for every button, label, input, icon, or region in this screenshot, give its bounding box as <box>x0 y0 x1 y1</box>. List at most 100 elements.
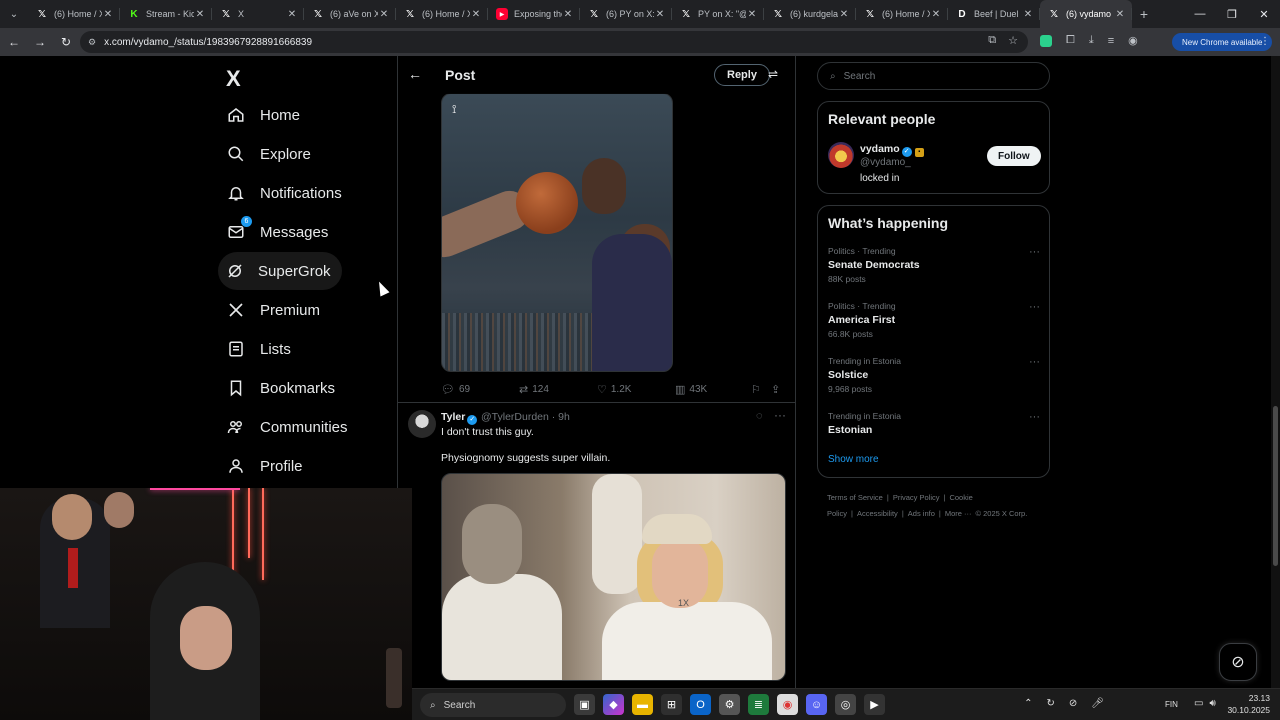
bookmark-star-icon[interactable]: ☆ <box>1008 34 1018 47</box>
install-app-icon[interactable]: ⧉ <box>988 34 996 47</box>
nav-item-communities[interactable]: Communities <box>218 408 360 446</box>
download-icon[interactable]: ⤓ <box>1089 34 1094 47</box>
grok-explain-icon[interactable]: ◌ <box>756 410 763 422</box>
close-icon[interactable]: ✕ <box>378 9 390 20</box>
nav-item-premium[interactable]: Premium <box>218 291 332 329</box>
close-icon[interactable]: ✕ <box>470 9 482 20</box>
bookmark-action-icon[interactable]: ⚐ <box>751 383 761 396</box>
site-info-icon[interactable]: ⚙ <box>88 37 96 48</box>
close-icon[interactable]: ✕ <box>286 9 298 20</box>
trend-item[interactable]: Politics · Trending America First 66.8K po… <box>828 301 1040 339</box>
like-action[interactable]: ♡ 1.2K <box>597 383 631 396</box>
views-action[interactable]: ▥ 43K <box>675 383 707 396</box>
footer-link[interactable]: Privacy Policy <box>893 493 940 502</box>
clock[interactable]: 23.13 30.10.2025 <box>1227 692 1270 716</box>
browser-tab[interactable]: D Beef | Duel ✕ <box>948 0 1040 28</box>
footer-link[interactable]: Accessibility <box>857 509 898 518</box>
browser-tab[interactable]: ▶ Exposing the ✕ <box>488 0 580 28</box>
relevant-person-name[interactable]: vydamo ✓ ▪ <box>860 143 924 157</box>
taskbar-search[interactable]: ⌕ Search <box>420 693 566 717</box>
nav-item-messages[interactable]: 6 Messages <box>218 213 340 251</box>
close-icon[interactable]: ✕ <box>102 9 114 20</box>
browser-tab[interactable]: 𝕏 (6) kurdgela ✕ <box>764 0 856 28</box>
new-chrome-available-button[interactable]: New Chrome available <box>1172 33 1273 51</box>
new-tab-button[interactable]: + <box>1132 6 1156 22</box>
footer-link[interactable]: More ··· <box>945 509 972 518</box>
reply-image[interactable]: 1X <box>441 473 786 681</box>
browser-tab[interactable]: 𝕏 (6) Home / X ✕ <box>856 0 948 28</box>
x-logo[interactable]: X <box>226 66 241 92</box>
task-view-icon[interactable]: ▣ <box>574 694 595 715</box>
browser-tab[interactable]: 𝕏 (6) Home / X ✕ <box>28 0 120 28</box>
tray-sync-icon[interactable]: ↻ <box>1047 698 1055 709</box>
search-input[interactable]: ⌕ Search <box>817 62 1050 90</box>
outlook-icon[interactable]: O <box>690 694 711 715</box>
more-options-icon[interactable]: ··· <box>1029 246 1040 258</box>
close-icon[interactable]: ✕ <box>838 9 850 20</box>
volume-icon[interactable]: 🔊︎ <box>1209 698 1215 709</box>
copilot-icon[interactable]: ◆ <box>603 694 624 715</box>
notes-icon[interactable]: ≣ <box>748 694 769 715</box>
avatar[interactable] <box>828 142 854 168</box>
nav-item-home[interactable]: Home <box>218 96 312 134</box>
nav-item-bookmarks[interactable]: Bookmarks <box>218 369 347 407</box>
footer-link[interactable]: Terms of Service <box>827 493 883 502</box>
restore-icon[interactable]: ❐ <box>1216 0 1248 28</box>
nav-item-lists[interactable]: Lists <box>218 330 303 368</box>
footer-link[interactable]: © 2025 X Corp. <box>976 509 1028 518</box>
nav-item-supergrok[interactable]: SuperGrok <box>218 252 342 290</box>
media-player-icon[interactable]: ▶ <box>864 694 885 715</box>
back-icon[interactable]: ← <box>2 30 26 54</box>
more-options-icon[interactable]: ··· <box>1029 356 1040 368</box>
browser-tab[interactable]: 𝕏 (6) vydamo ✕ <box>1040 0 1132 28</box>
grok-fab-button[interactable]: ⊘ <box>1219 643 1257 681</box>
close-icon[interactable]: ✕ <box>1022 9 1034 20</box>
nav-item-profile[interactable]: Profile <box>218 447 315 485</box>
store-icon[interactable]: ⊞ <box>661 694 682 715</box>
browser-tab[interactable]: 𝕏 PY on X: "@ ✕ <box>672 0 764 28</box>
reply-button[interactable]: Reply <box>714 64 770 86</box>
repost-action[interactable]: ⇄ 124 <box>519 383 549 396</box>
back-arrow-icon[interactable]: ← <box>408 66 422 82</box>
extensions-puzzle-icon[interactable]: ⧠ <box>1066 34 1075 47</box>
close-icon[interactable]: ✕ <box>746 9 758 20</box>
display-icon[interactable]: ▭ <box>1194 698 1203 709</box>
nav-item-notifications[interactable]: Notifications <box>218 174 354 212</box>
browser-tab[interactable]: 𝕏 (6) PY on X: ✕ <box>580 0 672 28</box>
close-icon[interactable]: ✕ <box>1114 9 1126 20</box>
reload-icon[interactable]: ↻ <box>54 30 78 54</box>
input-language[interactable]: FIN <box>1165 700 1178 709</box>
scrollbar-thumb[interactable] <box>1273 406 1278 566</box>
file-explorer-icon[interactable]: ▬ <box>632 694 653 715</box>
tab-search-button[interactable]: ⌄ <box>0 0 28 28</box>
footer-link[interactable]: Ads info <box>908 509 935 518</box>
tray-chevron-icon[interactable]: ⌃ <box>1024 698 1032 709</box>
profile-icon-browser[interactable]: ◉ <box>1128 34 1138 47</box>
minimize-icon[interactable]: — <box>1184 0 1216 28</box>
media-control-icon[interactable]: ≡ <box>1108 35 1114 47</box>
more-options-icon[interactable]: ··· <box>774 408 786 422</box>
browser-tab[interactable]: 𝕏 (6) aVe on X: ✕ <box>304 0 396 28</box>
scrollbar[interactable] <box>1271 56 1280 688</box>
address-bar[interactable]: ⚙ x.com/vydamo_/status/19839679288916668… <box>80 31 1028 53</box>
close-icon[interactable]: ✕ <box>562 9 574 20</box>
chrome-icon[interactable]: ◉ <box>777 694 798 715</box>
trend-item[interactable]: Politics · Trending Senate Democrats 88K p… <box>828 246 1040 284</box>
more-options-icon[interactable]: ··· <box>1029 301 1040 313</box>
reply-handle[interactable]: @TylerDurden · 9h <box>481 411 570 423</box>
share-icon[interactable]: ⇪ <box>771 383 780 396</box>
filter-settings-icon[interactable]: ⇌ <box>768 67 778 81</box>
browser-tab[interactable]: K Stream - Kick✕ <box>120 0 212 28</box>
tray-network-off-icon[interactable]: ⊘ <box>1069 698 1077 709</box>
avatar[interactable] <box>408 410 436 438</box>
close-window-icon[interactable]: ✕ <box>1248 0 1280 28</box>
close-icon[interactable]: ✕ <box>194 9 206 20</box>
steam-icon[interactable]: ◎ <box>835 694 856 715</box>
trend-item[interactable]: Trending in Estonia Estonian ··· <box>828 411 1040 436</box>
trend-item[interactable]: Trending in Estonia Solstice 9,968 posts ··… <box>828 356 1040 394</box>
chrome-menu-icon[interactable]: ⋮ <box>1260 36 1270 47</box>
browser-tab[interactable]: 𝕏 (6) Home / X ✕ <box>396 0 488 28</box>
extension-green-icon[interactable] <box>1040 34 1052 47</box>
nav-item-explore[interactable]: Explore <box>218 135 323 173</box>
close-icon[interactable]: ✕ <box>654 9 666 20</box>
